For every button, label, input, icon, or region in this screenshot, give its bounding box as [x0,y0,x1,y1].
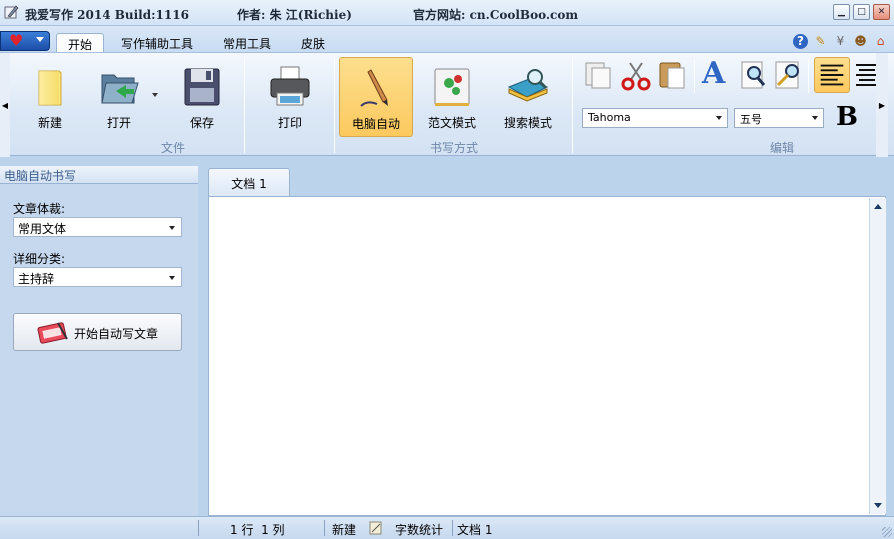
cursor-position: 1 行 1 列 [230,523,285,537]
align-left-icon [820,64,844,86]
category-label: 详细分类: [13,252,66,266]
open-button[interactable]: 打开 [83,57,155,137]
chevron-down-icon [36,37,44,42]
pen-icon [360,69,388,107]
website-text: 官方网站: cn.CoolBoo.com [413,8,579,22]
genre-value: 常用文体 [18,222,67,236]
print-label: 打印 [277,116,302,130]
tab-skin[interactable]: 皮肤 [292,33,334,52]
close-button[interactable]: ✕ [873,4,890,20]
edit-group-label: 编辑 [769,141,794,155]
template-mode-button[interactable]: 范文模式 [416,57,488,137]
minimize-button[interactable]: ▁ [833,4,850,20]
paste-icon[interactable] [656,59,688,91]
search-mode-button[interactable]: 搜索模式 [492,57,564,137]
status-document: 文档 1 [457,523,493,537]
maximize-button[interactable]: □ [853,4,870,20]
document-editor[interactable] [208,196,886,516]
ribbon-tab-bar: ♥ 开始 写作辅助工具 常用工具 皮肤 ? ✎ ¥ ☻ ⌂ [0,26,894,53]
books-search-icon [507,69,549,102]
open-label: 打开 [106,116,131,130]
template-notebook-icon [434,68,470,106]
chevron-down-icon [716,116,722,120]
help-icon[interactable]: ? [793,34,808,49]
author-text: 作者: 朱 江(Richie) [237,8,352,22]
search-mode-label: 搜索模式 [503,116,552,130]
resize-grip[interactable] [882,527,892,537]
start-auto-write-label: 开始自动写文章 [74,327,159,341]
font-style-icon[interactable]: A [702,57,725,91]
word-count-icon [369,521,382,535]
mode-group-label: 书写方式 [429,141,478,155]
heart-icon: ♥ [9,31,24,50]
ribbon: ◀ 新建 打开 保存 打印 文件 电脑自动 范文模式 搜索模式 书写方式 A T… [0,52,894,157]
scroll-down-arrow-icon[interactable] [874,503,882,508]
chevron-down-icon [169,276,175,280]
app-title: 我爱写作 2014 Build:1116 [25,8,189,22]
auto-write-panel: 电脑自动书写 文章体裁: 常用文体 详细分类: 主持辞 开始自动写文章 [0,166,198,516]
status-bar: 1 行 1 列 新建 字数统计 文档 1 [0,516,894,539]
pin-icon[interactable]: ✎ [813,34,828,49]
category-select[interactable]: 主持辞 [13,267,182,287]
font-family-value: Tahoma [588,111,631,124]
yen-icon[interactable]: ¥ [833,34,848,49]
new-label: 新建 [37,116,62,130]
open-dropdown-arrow[interactable] [152,93,158,97]
tab-common-tools[interactable]: 常用工具 [214,33,280,52]
save-button[interactable]: 保存 [166,57,238,137]
genre-label: 文章体裁: [13,202,66,216]
font-size-select[interactable]: 五号 [734,108,824,128]
app-icon [4,5,19,19]
auto-write-button[interactable]: 电脑自动 [339,57,413,137]
panel-header: 电脑自动书写 [0,166,198,184]
file-group-label: 文件 [160,141,185,155]
genre-select[interactable]: 常用文体 [13,217,182,237]
replace-icon[interactable] [772,59,804,91]
status-new[interactable]: 新建 [332,521,356,538]
new-file-icon [38,70,62,106]
find-icon[interactable] [738,59,770,91]
status-word-count[interactable]: 字数统计 [395,521,443,538]
home-icon[interactable]: ⌂ [873,34,888,49]
floppy-disk-icon [184,68,220,106]
align-left-button[interactable] [814,57,850,93]
ribbon-scroll-right[interactable]: ▶ [876,53,888,157]
chevron-down-icon [812,116,818,120]
tab-document-1[interactable]: 文档 1 [208,168,290,196]
auto-write-label: 电脑自动 [351,117,400,131]
save-label: 保存 [189,116,214,130]
app-menu-button[interactable]: ♥ [0,31,50,51]
bold-button[interactable]: B [836,101,858,133]
font-family-select[interactable]: Tahoma [582,108,728,128]
scroll-up-arrow-icon[interactable] [874,204,882,209]
cut-icon[interactable] [620,59,652,91]
template-mode-label: 范文模式 [427,116,476,130]
copy-icon[interactable] [582,59,614,91]
owl-icon[interactable]: ☻ [853,34,868,49]
open-folder-icon [101,74,139,104]
write-card-icon [37,322,68,344]
print-button[interactable]: 打印 [254,57,326,137]
chevron-down-icon [169,226,175,230]
font-size-value: 五号 [740,113,762,126]
title-bar: 我爱写作 2014 Build:1116 作者: 朱 江(Richie) 官方网… [0,0,894,26]
new-button[interactable]: 新建 [14,57,86,137]
printer-icon [270,66,310,106]
editor-vertical-scrollbar[interactable] [869,198,886,514]
tab-writing-tools[interactable]: 写作辅助工具 [112,33,202,52]
ribbon-scroll-left[interactable]: ◀ [0,53,10,157]
category-value: 主持辞 [18,272,55,286]
start-auto-write-button[interactable]: 开始自动写文章 [13,313,182,351]
tab-start[interactable]: 开始 [56,33,104,53]
